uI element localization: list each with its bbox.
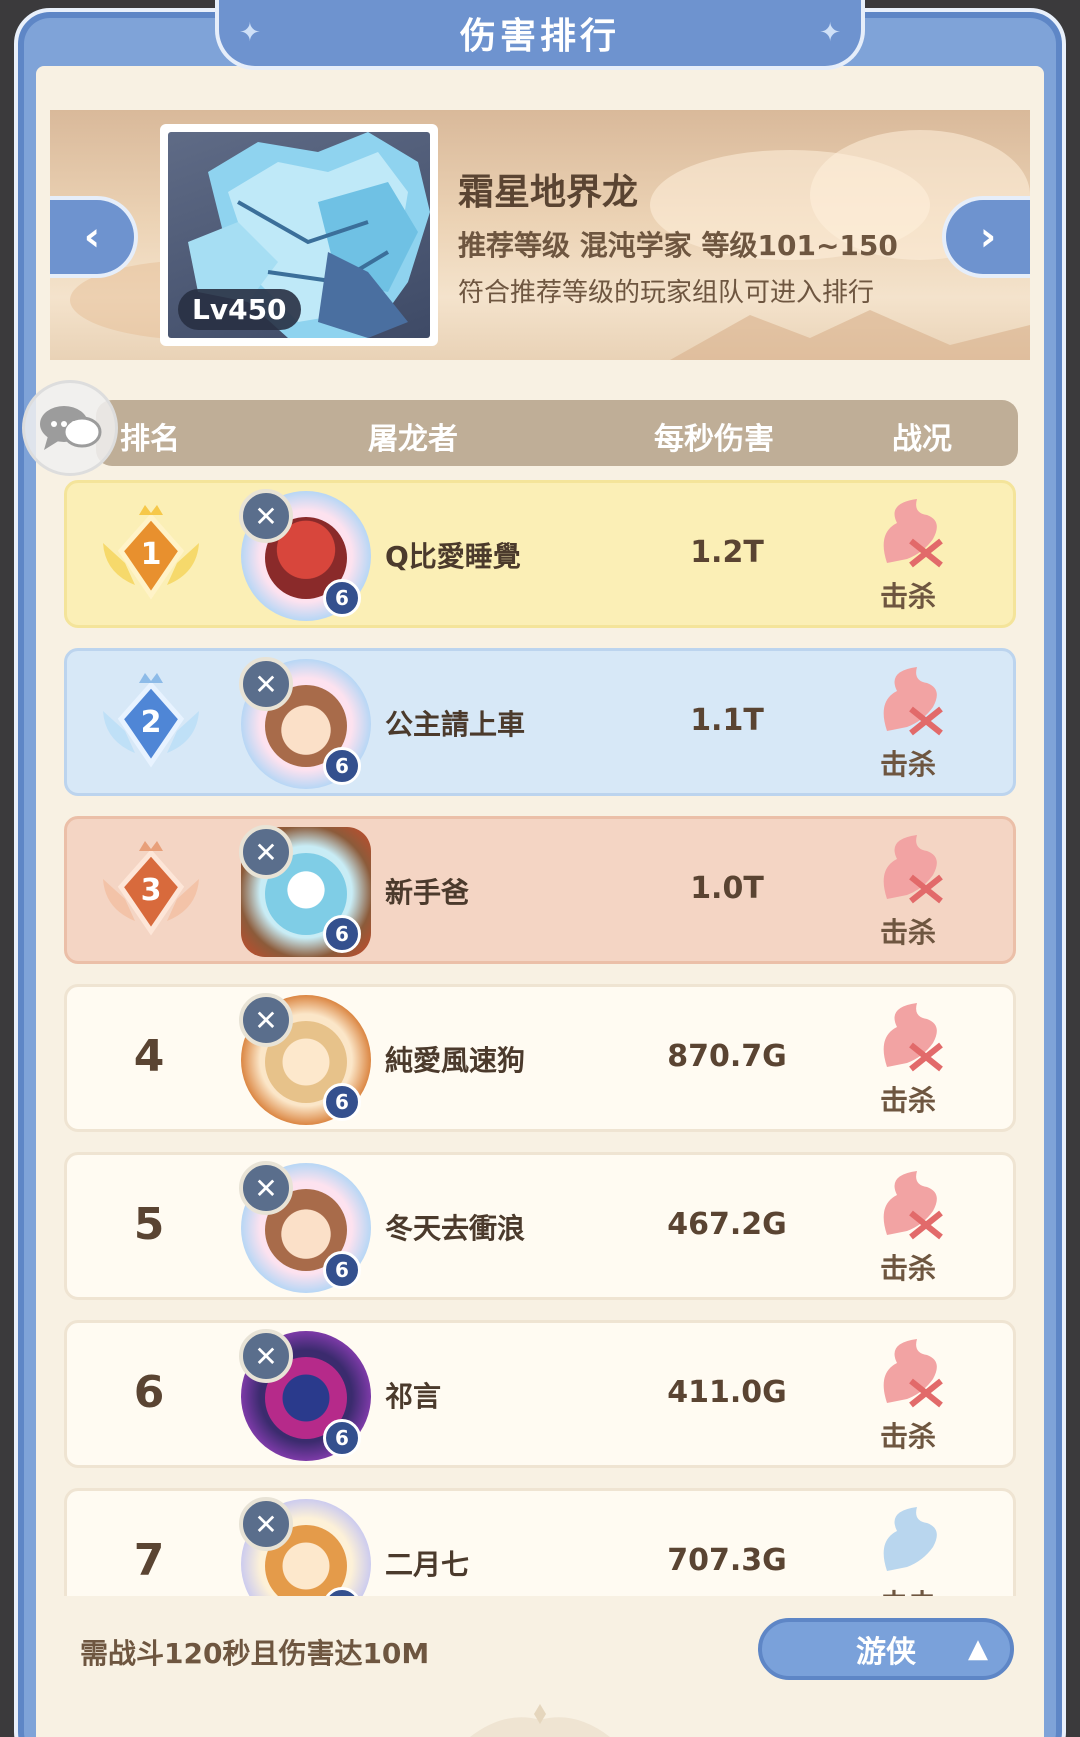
status-text: 击杀 <box>879 916 936 949</box>
player-dps: 1.1T <box>690 703 764 738</box>
rank-number: 2 <box>141 705 162 740</box>
player-name: Q比愛睡覺 <box>385 540 521 573</box>
ranger-class-icon: ✕ <box>239 825 293 879</box>
dragon-slain-icon <box>883 835 943 904</box>
ranger-class-icon: ✕ <box>239 657 293 711</box>
chevron-left-icon: ‹ <box>83 214 101 260</box>
player-level-badge: 6 <box>323 915 361 953</box>
player-name: 祁言 <box>385 1380 442 1413</box>
avatar[interactable]: ✕ 6 <box>235 485 377 627</box>
table-row[interactable]: 1 ✕ 6 Q比愛睡覺 1.2T 击杀 <box>64 480 1016 628</box>
header-dps: 每秒伤害 <box>654 422 774 457</box>
silver-medal-icon: 2 <box>103 673 199 768</box>
status-text: 击杀 <box>879 1084 936 1117</box>
table-row[interactable]: 7 ✕ 6 二月七 707.3G 未击杀 <box>64 1488 1016 1596</box>
header-rank: 排名 <box>120 422 180 457</box>
dragon-slain-icon <box>883 1339 943 1408</box>
player-dps: 707.3G <box>667 1543 787 1578</box>
rank-number: 4 <box>133 1031 165 1082</box>
player-name: 公主請上車 <box>385 708 526 741</box>
ranger-class-icon: ✕ <box>239 1161 293 1215</box>
chat-button[interactable] <box>22 380 118 476</box>
dragon-slain-icon <box>883 1003 943 1072</box>
player-name: 二月七 <box>385 1548 470 1581</box>
player-level-badge: 6 <box>323 1251 361 1289</box>
page-title: 伤害排行 <box>459 16 620 57</box>
caret-up-icon: ▲ <box>968 1634 988 1664</box>
ranger-class-icon: ✕ <box>239 993 293 1047</box>
sparkle-icon: ✦ <box>239 18 261 48</box>
table-row[interactable]: 4 ✕ 6 純愛風速狗 870.7G 击杀 <box>64 984 1016 1132</box>
gold-medal-icon: 1 <box>103 505 199 600</box>
next-boss-button[interactable]: › <box>942 196 1030 278</box>
frost-dragon-image: Lv450 <box>168 132 430 338</box>
status-text: 击杀 <box>879 1420 936 1453</box>
player-level-badge: 6 <box>323 1419 361 1457</box>
table-row[interactable]: 6 ✕ 6 祁言 411.0G 击杀 <box>64 1320 1016 1468</box>
player-dps: 411.0G <box>667 1375 787 1410</box>
prev-boss-button[interactable]: ‹ <box>50 196 138 278</box>
player-name: 純愛風速狗 <box>385 1044 526 1077</box>
table-row[interactable]: 5 ✕ 6 冬天去衝浪 467.2G 击杀 <box>64 1152 1016 1300</box>
avatar[interactable]: ✕ 6 <box>235 653 377 795</box>
avatar[interactable]: ✕ 6 <box>235 989 377 1131</box>
avatar[interactable]: ✕ 6 <box>235 1493 377 1596</box>
rank-number: 6 <box>133 1367 165 1418</box>
player-name: 冬天去衝浪 <box>385 1212 526 1245</box>
class-filter-dropdown[interactable]: 游侠 ▲ <box>758 1618 1014 1680</box>
player-dps: 467.2G <box>667 1207 787 1242</box>
dragon-slain-icon <box>883 1171 943 1240</box>
avatar[interactable]: ✕ 6 <box>235 1157 377 1299</box>
player-level-badge: 6 <box>323 1083 361 1121</box>
avatar[interactable]: ✕ 6 <box>235 1325 377 1467</box>
status-text: 击杀 <box>879 1252 936 1285</box>
player-level-badge: 6 <box>323 747 361 785</box>
player-dps: 1.0T <box>690 871 764 906</box>
dragon-slain-icon <box>883 667 943 736</box>
header-player: 屠龙者 <box>368 422 458 457</box>
table-row[interactable]: 3 ✕ 6 新手爸 1.0T 击杀 <box>64 816 1016 964</box>
ranger-class-icon: ✕ <box>239 1329 293 1383</box>
player-name: 新手爸 <box>385 876 470 909</box>
boss-note: 符合推荐等级的玩家组队可进入排行 <box>458 278 875 308</box>
chevron-right-icon: › <box>979 214 997 260</box>
status-text: 击杀 <box>879 748 936 781</box>
player-dps: 870.7G <box>667 1039 787 1074</box>
title-tab: ✦ 伤害排行 ✦ <box>215 0 865 70</box>
avatar[interactable]: ✕ 6 <box>235 821 377 963</box>
player-dps: 1.2T <box>690 535 764 570</box>
boss-portrait-card[interactable]: Lv450 <box>160 124 438 346</box>
table-row[interactable]: 2 ✕ 6 公主請上車 1.1T 击杀 <box>64 648 1016 796</box>
requirement-note: 需战斗120秒且伤害达10M <box>80 1637 430 1670</box>
class-filter-label: 游侠 <box>856 1635 916 1670</box>
rank-number: 3 <box>141 873 162 908</box>
header-status: 战况 <box>892 422 952 457</box>
ornament-icon <box>470 1704 610 1737</box>
ranking-list[interactable]: 1 ✕ 6 Q比愛睡覺 1.2T 击杀 2 ✕ 6 公主請上車 1.1T 击杀 … <box>64 480 1016 1596</box>
dragon-alive-icon <box>883 1507 937 1571</box>
status-text: 未击杀 <box>867 1583 949 1596</box>
ranger-class-icon: ✕ <box>239 1497 293 1551</box>
boss-name: 霜星地界龙 <box>458 172 639 213</box>
table-header: 排名 屠龙者 每秒伤害 战况 <box>96 400 1018 466</box>
ranger-class-icon: ✕ <box>239 489 293 543</box>
rank-number: 1 <box>141 537 162 572</box>
dragon-slain-icon <box>883 499 943 568</box>
chat-bubble-icon <box>40 406 102 450</box>
rank-number: 5 <box>133 1199 165 1250</box>
boss-recommendation: 推荐等级 混沌学家 等级101~150 <box>458 229 898 262</box>
bronze-medal-icon: 3 <box>103 841 199 936</box>
player-level-badge: 6 <box>323 579 361 617</box>
sparkle-icon: ✦ <box>819 18 841 48</box>
boss-level-badge: Lv450 <box>178 289 301 330</box>
status-text: 击杀 <box>879 580 936 613</box>
rank-number: 7 <box>133 1535 165 1586</box>
